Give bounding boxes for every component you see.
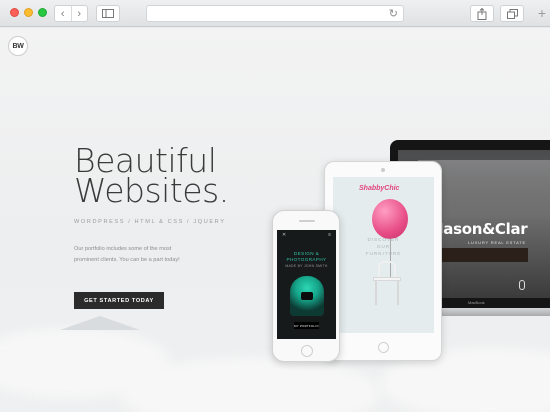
ipad-screen: ShabbyChic DISCOVER OUR FURNITURE (333, 177, 434, 333)
iphone-title: DESIGN & PHOTOGRAPHY (277, 251, 336, 263)
scroll-mouse-icon (519, 280, 525, 290)
get-started-button[interactable]: GET STARTED TODAY (74, 292, 164, 309)
speaker-icon (299, 220, 315, 222)
chair-leg (375, 281, 377, 305)
iphone-portfolio-button: MY PORTFOLIO (294, 322, 319, 329)
macbook-label: MacBook (468, 300, 485, 305)
camera-icon (381, 168, 385, 172)
macbook-brand-text: Jason&Clar (438, 220, 528, 238)
hero-description: Our portfolio includes some of the most … (74, 246, 180, 263)
back-icon[interactable]: ‹ (55, 6, 72, 21)
home-button-icon (301, 345, 313, 357)
share-button[interactable] (470, 5, 494, 22)
forward-icon[interactable]: › (72, 6, 88, 21)
tabs-button[interactable] (500, 5, 524, 22)
chair-leg (397, 281, 399, 305)
share-icon (477, 7, 487, 20)
iphone-screen: ✕ ≡ DESIGN & PHOTOGRAPHY MADE BY JOHN SM… (277, 230, 336, 339)
iphone-mockup: ✕ ≡ DESIGN & PHOTOGRAPHY MADE BY JOHN SM… (272, 210, 340, 362)
chair-image (378, 261, 396, 277)
iphone-byline: MADE BY JOHN SMITH (285, 264, 328, 268)
site-logo[interactable]: BW (8, 36, 28, 56)
sidebar-button[interactable] (96, 5, 120, 22)
iphone-topbar: ✕ ≡ (277, 230, 336, 240)
close-window-button[interactable] (10, 8, 19, 17)
minimize-window-button[interactable] (24, 8, 33, 17)
nav-buttons: ‹ › (54, 5, 88, 22)
website-viewport: BW Beautiful Websites. WORDPRESS / HTML … (0, 28, 550, 412)
sidebar-icon (102, 9, 114, 18)
reload-icon[interactable]: ↻ (389, 7, 398, 20)
headline-line-2: Websites. (74, 171, 229, 210)
ipad-mockup: ShabbyChic DISCOVER OUR FURNITURE (324, 161, 442, 361)
desk-image (438, 248, 528, 262)
browser-toolbar: ‹ › ↻ + (0, 0, 550, 27)
new-tab-icon[interactable]: + (534, 6, 550, 21)
camera-image (301, 292, 313, 300)
tabs-icon (506, 8, 518, 19)
iphone-title-line-2: PHOTOGRAPHY (286, 257, 327, 262)
balloon-image (372, 199, 408, 239)
home-button-icon (378, 342, 389, 353)
hero-tagline: WORDPRESS / HTML & CSS / JQUERY (74, 219, 226, 225)
maximize-window-button[interactable] (38, 8, 47, 17)
ipad-text-line-1: DISCOVER (367, 237, 400, 242)
close-icon: ✕ (282, 232, 287, 238)
mountain-decoration (60, 316, 140, 330)
ipad-text-line-2: OUR (376, 244, 391, 249)
ipad-site-logo: ShabbyChic (359, 185, 400, 192)
menu-icon: ≡ (328, 232, 331, 238)
macbook-subtitle: LUXURY REAL ESTATE (468, 240, 526, 245)
hero-headline: Beautiful Websites. (74, 144, 229, 210)
address-bar[interactable]: ↻ (146, 5, 404, 22)
ipad-text-line-3: FURNITURE (365, 251, 402, 256)
